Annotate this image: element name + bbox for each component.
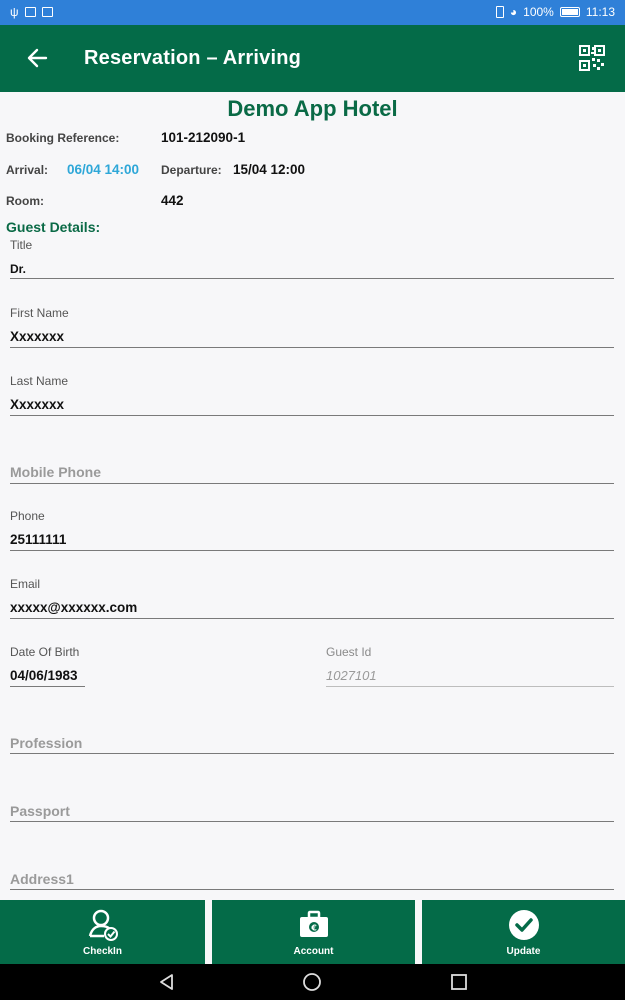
- profession-field[interactable]: Profession: [10, 711, 614, 757]
- field-underline: [10, 753, 614, 754]
- booking-reference-value: 101-212090-1: [161, 130, 246, 145]
- guest-id-field: Guest Id 1027101: [326, 645, 614, 689]
- first-name-label: First Name: [10, 306, 69, 320]
- room-value: 442: [161, 193, 184, 208]
- check-circle-icon: [508, 910, 539, 940]
- qr-code-icon[interactable]: [579, 45, 605, 71]
- update-label: Update: [506, 946, 541, 957]
- booking-reference-label: Booking Reference:: [6, 131, 120, 145]
- guest-id-value: 1027101: [326, 668, 377, 683]
- address1-field[interactable]: Address1: [10, 847, 614, 893]
- date-of-birth-value: 04/06/1983: [10, 668, 78, 683]
- usb-icon: ψ: [10, 5, 19, 19]
- last-name-field[interactable]: Last Name Xxxxxxx: [10, 374, 614, 418]
- guest-details-heading: Guest Details:: [6, 219, 101, 235]
- first-name-value: Xxxxxxx: [10, 329, 65, 344]
- checkin-button[interactable]: CheckIn: [0, 900, 205, 964]
- account-label: Account: [293, 946, 334, 957]
- room-label: Room:: [6, 194, 44, 208]
- account-button[interactable]: € Account: [212, 900, 415, 964]
- last-name-value: Xxxxxxx: [10, 397, 65, 412]
- field-underline: [10, 483, 614, 484]
- svg-text:€: €: [310, 924, 317, 933]
- field-underline: [10, 415, 614, 416]
- update-button[interactable]: Update: [422, 900, 625, 964]
- field-underline: [10, 686, 85, 687]
- field-underline: [10, 347, 614, 348]
- mobile-phone-field[interactable]: Mobile Phone: [10, 440, 614, 486]
- passport-field[interactable]: Passport: [10, 779, 614, 825]
- back-arrow-icon[interactable]: [22, 43, 52, 73]
- hotel-name: Demo App Hotel: [227, 96, 398, 121]
- field-underline: [10, 618, 614, 619]
- mail-icon: [41, 7, 53, 17]
- phone-label: Phone: [10, 509, 45, 523]
- title-value: Dr.: [10, 262, 27, 276]
- system-nav-bar: [0, 964, 625, 1000]
- mobile-phone-placeholder: Mobile Phone: [10, 464, 101, 480]
- battery-percent: 100%: [523, 5, 554, 19]
- battery-icon: [559, 7, 580, 17]
- image-icon: [24, 7, 36, 17]
- profession-placeholder: Profession: [10, 735, 83, 751]
- phone-value: 25111111: [10, 532, 67, 547]
- last-name-label: Last Name: [10, 374, 69, 388]
- action-bar: CheckIn € Account Update: [0, 900, 625, 964]
- first-name-field[interactable]: First Name Xxxxxxx: [10, 306, 614, 350]
- date-of-birth-label: Date Of Birth: [10, 645, 80, 659]
- title-label: Title: [10, 238, 33, 252]
- address1-placeholder: Address1: [10, 871, 74, 887]
- checkin-person-icon: [88, 909, 118, 941]
- field-underline: [10, 889, 614, 890]
- guest-id-label: Guest Id: [326, 645, 372, 659]
- phone-field[interactable]: Phone 25111111: [10, 509, 614, 553]
- arrival-value: 06/04 14:00: [67, 162, 140, 177]
- passport-placeholder: Passport: [10, 803, 70, 819]
- field-underline: [10, 821, 614, 822]
- wifi-icon: ◕: [509, 5, 518, 19]
- departure-label: Departure:: [161, 163, 222, 177]
- nav-recents-icon[interactable]: [449, 972, 469, 992]
- nav-home-icon[interactable]: [302, 972, 322, 992]
- departure-value: 15/04 12:00: [233, 162, 306, 177]
- nav-back-icon[interactable]: [157, 972, 177, 992]
- email-value: xxxxx@xxxxxx.com: [10, 600, 138, 615]
- status-bar: ψ ◕ 100% 11:13: [0, 0, 625, 25]
- date-of-birth-field[interactable]: Date Of Birth 04/06/1983: [10, 645, 85, 689]
- checkin-label: CheckIn: [83, 946, 122, 957]
- clock: 11:13: [585, 5, 615, 19]
- title-field[interactable]: Title Dr.: [10, 238, 614, 280]
- arrival-label: Arrival:: [6, 163, 49, 177]
- field-underline: [10, 550, 614, 551]
- email-field[interactable]: Email xxxxx@xxxxxx.com: [10, 577, 614, 621]
- vibrate-icon: [495, 6, 504, 18]
- field-underline: [10, 278, 614, 279]
- app-bar: Reservation – Arriving: [0, 25, 625, 92]
- briefcase-euro-icon: €: [299, 910, 328, 937]
- page-title: Reservation – Arriving: [84, 47, 302, 69]
- email-label: Email: [10, 577, 41, 591]
- field-underline: [326, 686, 614, 687]
